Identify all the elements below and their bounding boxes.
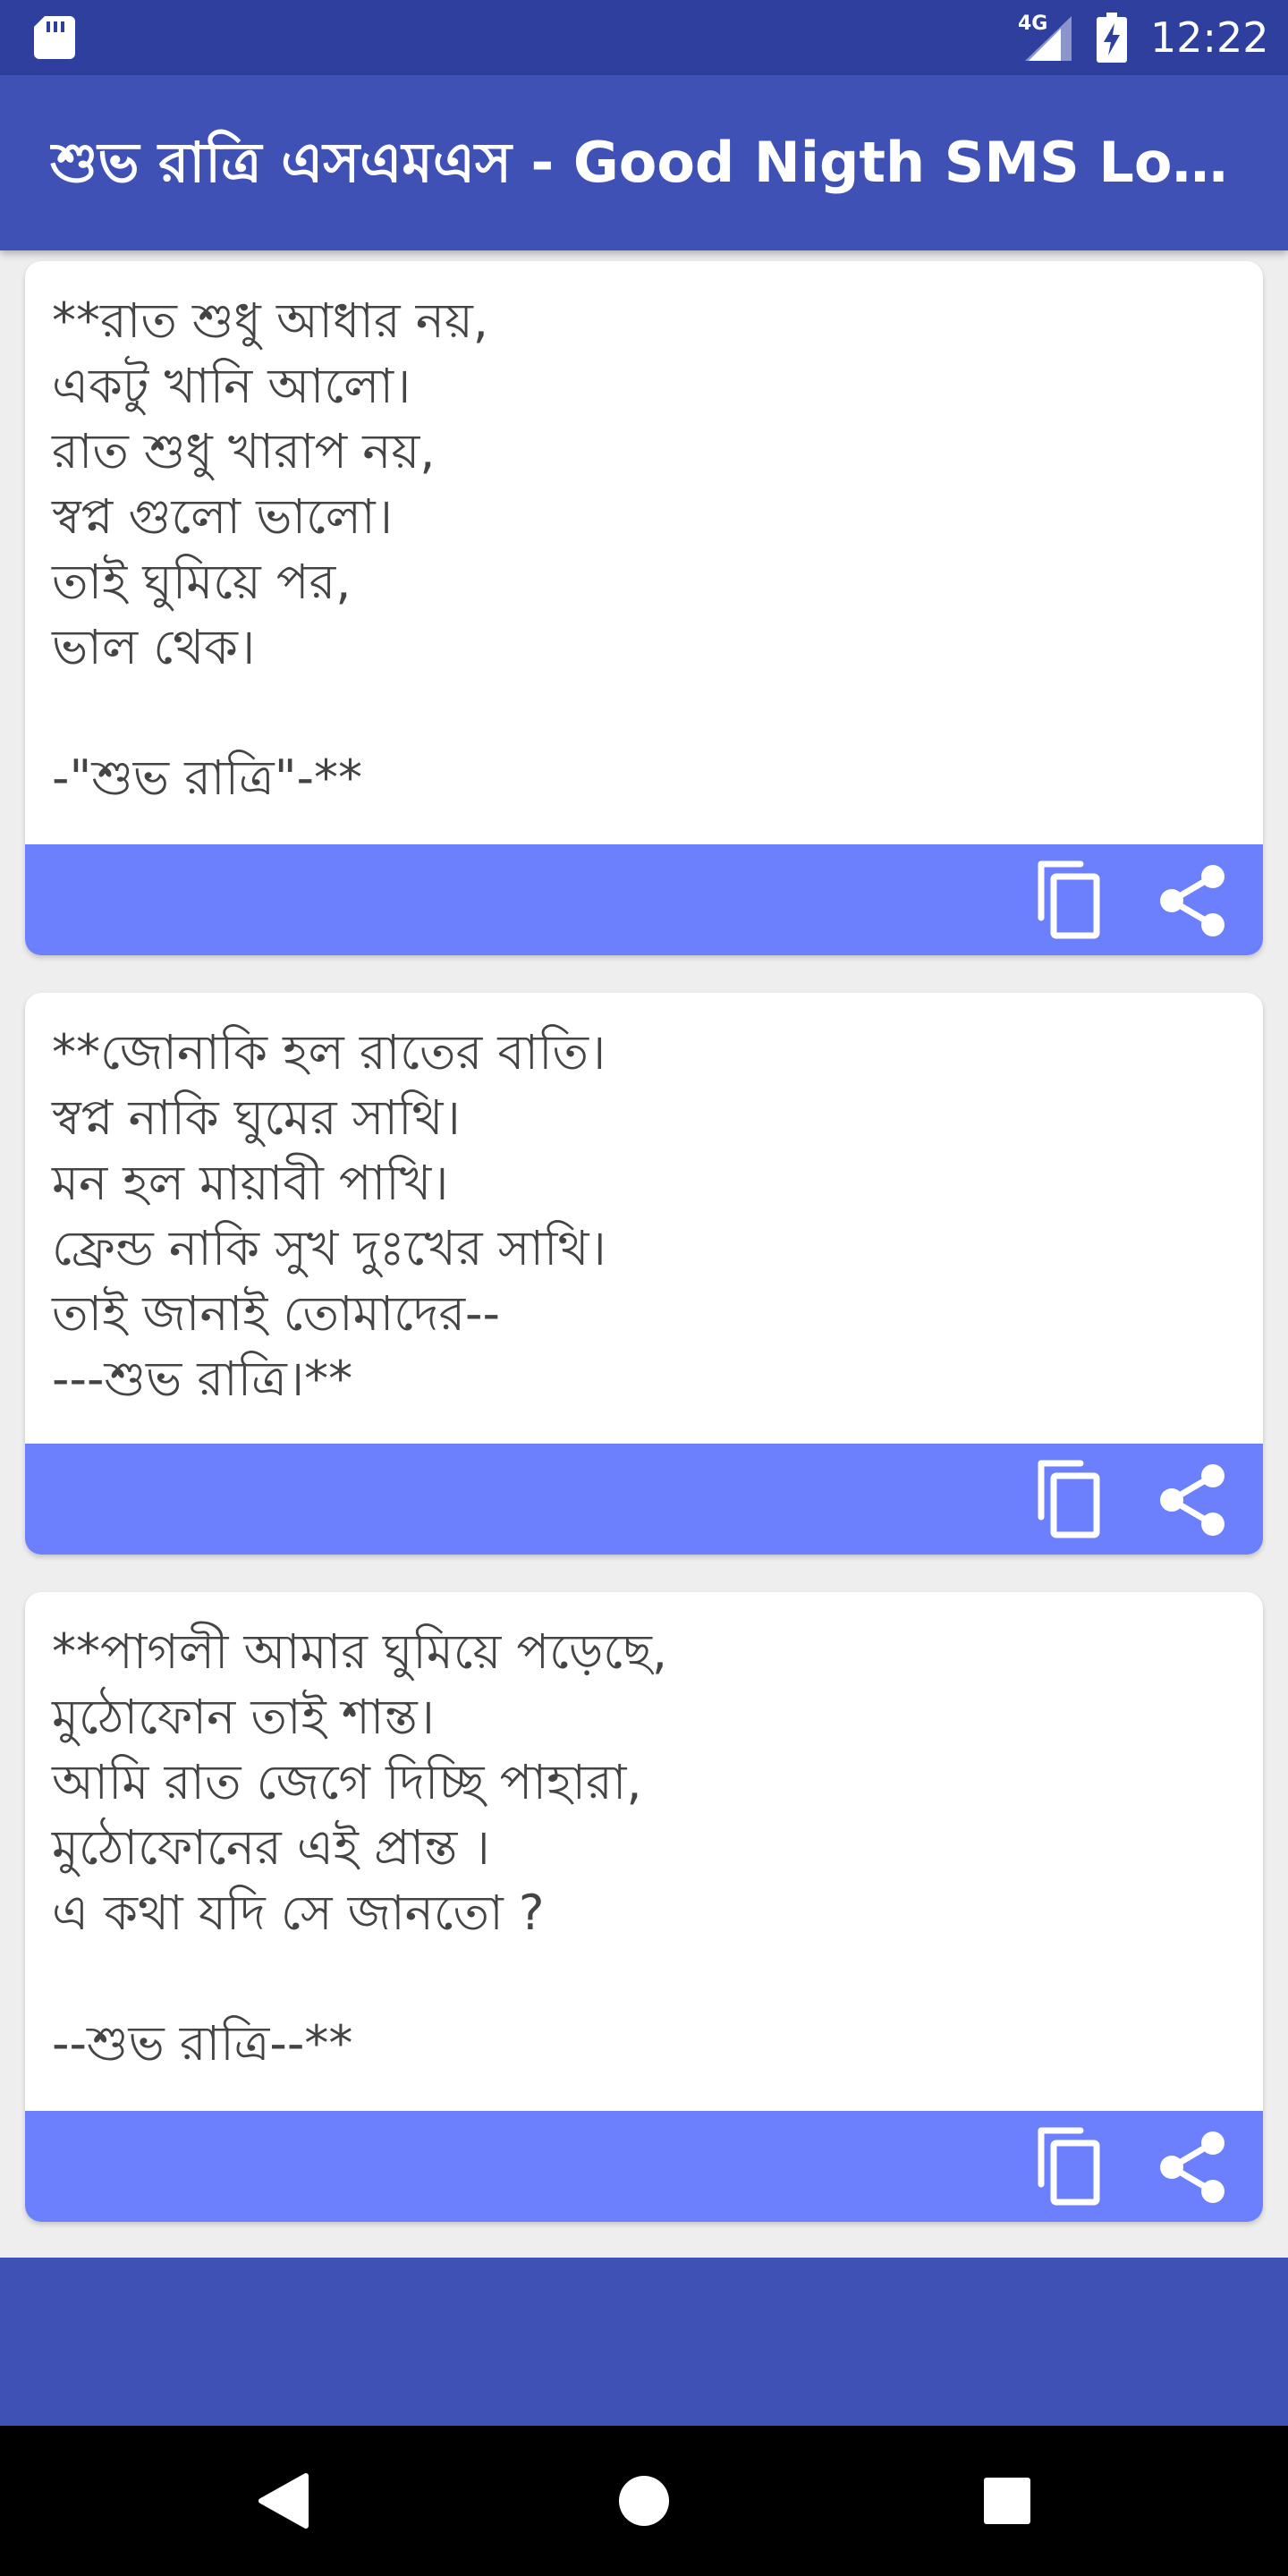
home-icon[interactable] xyxy=(617,2474,671,2528)
status-bar: 4G 12:22 xyxy=(0,0,1288,75)
sms-card: **জোনাকি হল রাতের বাতি। স্বপ্ন নাকি ঘুমে… xyxy=(25,993,1263,1555)
battery-charging-icon xyxy=(1097,13,1127,63)
share-icon[interactable] xyxy=(1154,1462,1231,1538)
sd-card-icon xyxy=(34,16,75,59)
status-clock: 12:22 xyxy=(1150,13,1269,62)
app-title: শুভ রাত্রি এসএমএস - Good Nigth SMS Lo… xyxy=(50,130,1228,195)
recents-icon[interactable] xyxy=(982,2476,1032,2526)
card-action-bar xyxy=(25,2111,1263,2222)
sms-text[interactable]: **পাগলী আমার ঘুমিয়ে পড়েছে, মুঠোফোন তাই… xyxy=(52,1619,1233,2076)
screen: 4G 12:22 শুভ রাত্রি এসএমএস - Good Nigth … xyxy=(0,0,1288,2576)
share-icon[interactable] xyxy=(1154,2129,1231,2206)
copy-icon[interactable] xyxy=(1029,2127,1109,2207)
sms-text[interactable]: **জোনাকি হল রাতের বাতি। স্বপ্ন নাকি ঘুমে… xyxy=(52,1020,1233,1411)
bottom-banner-area xyxy=(0,2258,1288,2426)
copy-icon[interactable] xyxy=(1029,1460,1109,1540)
signal-icon xyxy=(1025,16,1072,61)
share-icon[interactable] xyxy=(1154,862,1231,939)
sms-text[interactable]: **রাত শুধু আধার নয়, একটু খানি আলো। রাত … xyxy=(52,288,1233,810)
copy-icon[interactable] xyxy=(1029,860,1109,941)
navigation-bar xyxy=(0,2426,1288,2576)
sms-card: **পাগলী আমার ঘুমিয়ে পড়েছে, মুঠোফোন তাই… xyxy=(25,1592,1263,2222)
app-bar: শুভ রাত্রি এসএমএস - Good Nigth SMS Lo… xyxy=(0,75,1288,250)
back-icon[interactable] xyxy=(258,2472,311,2529)
card-action-bar xyxy=(25,844,1263,955)
card-action-bar xyxy=(25,1444,1263,1555)
sms-card: **রাত শুধু আধার নয়, একটু খানি আলো। রাত … xyxy=(25,261,1263,955)
